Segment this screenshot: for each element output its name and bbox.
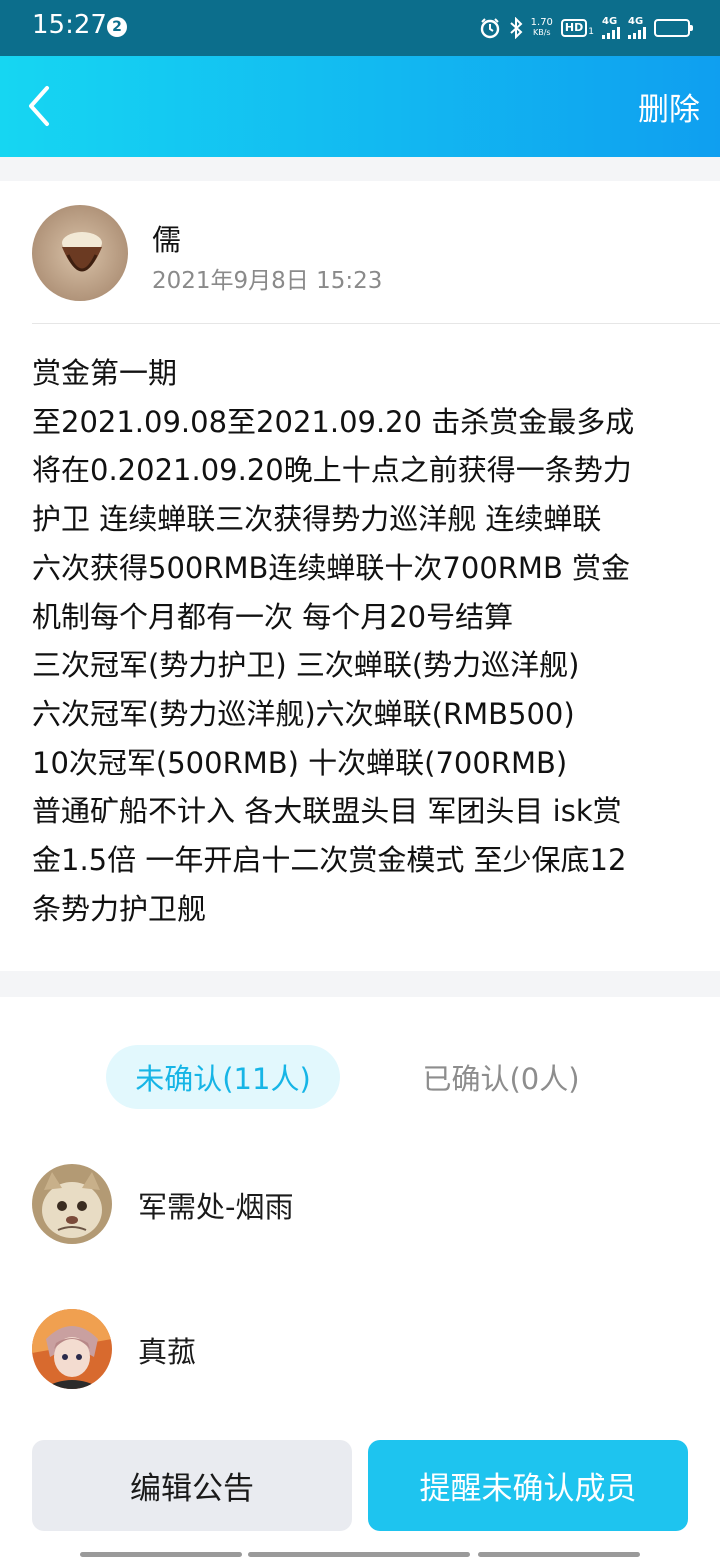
- delete-button[interactable]: 删除: [638, 84, 700, 129]
- content-line: 条势力护卫舰: [32, 891, 207, 926]
- chevron-left-icon: [29, 86, 49, 126]
- signal-icon-2: 4G: [628, 17, 646, 39]
- content-line: 金1.5倍 一年开启十二次赏金模式 至少保底12: [32, 843, 627, 878]
- author-avatar[interactable]: [32, 205, 128, 301]
- alarm-icon: [479, 17, 501, 39]
- member-name: 真菰: [138, 1335, 197, 1369]
- app-header: 删除: [0, 56, 720, 157]
- hd-indicator: HD 1: [560, 19, 594, 37]
- content-line: 护卫 连续蝉联三次获得势力巡洋舰 连续蝉联: [32, 502, 602, 537]
- content-line: 三次冠军(势力护卫) 三次蝉联(势力巡洋舰): [32, 648, 580, 683]
- post-time: 2021年9月8日 15:23: [152, 268, 383, 294]
- content-line: 六次冠军(势力巡洋舰)六次蝉联(RMB500): [32, 696, 575, 731]
- author-name: 儒: [152, 223, 182, 257]
- nav-hint-bar: [478, 1552, 640, 1557]
- announcement-card: 儒 2021年9月8日 15:23 赏金第一期 至2021.09.08至2021…: [0, 181, 720, 971]
- member-name: 军需处-烟雨: [138, 1190, 294, 1224]
- status-icons: 1.70 KB/s HD 1 4G 4G 68: [479, 14, 693, 42]
- content-line: 赏金第一期: [32, 356, 178, 390]
- divider: [32, 323, 720, 324]
- network-speed: 1.70 KB/s: [530, 17, 553, 38]
- content-line: 机制每个月都有一次 每个月20号结算: [32, 599, 514, 634]
- tab-confirmed[interactable]: 已确认(0人): [388, 1045, 614, 1109]
- status-time: 15:27: [32, 10, 107, 40]
- content-line: 六次获得500RMB连续蝉联十次700RMB 赏金: [32, 550, 631, 585]
- remind-unconfirmed-button[interactable]: 提醒未确认成员: [368, 1440, 688, 1531]
- content-line: 普通矿船不计入 各大联盟头目 军团头目 isk赏: [32, 794, 622, 829]
- member-avatar: [32, 1309, 112, 1389]
- content-line: 将在0.2021.09.20晚上十点之前获得一条势力: [32, 453, 632, 488]
- tab-unconfirmed[interactable]: 未确认(11人): [106, 1045, 340, 1109]
- member-item[interactable]: 军需处-烟雨: [32, 1164, 652, 1246]
- member-item[interactable]: 真菰: [32, 1309, 652, 1391]
- content-line: 至2021.09.08至2021.09.20 击杀赏金最多成: [32, 404, 635, 439]
- content-line: 10次冠军(500RMB) 十次蝉联(700RMB): [32, 745, 568, 780]
- member-avatar: [32, 1164, 112, 1244]
- status-bar: 15:27 2 1.70 KB/s HD 1 4G 4G 68: [0, 0, 720, 56]
- notification-badge: 2: [107, 17, 127, 37]
- signal-icon: 4G: [602, 17, 620, 39]
- edit-announcement-button[interactable]: 编辑公告: [32, 1440, 352, 1531]
- nav-hint-bar: [248, 1552, 470, 1557]
- back-button[interactable]: [12, 80, 64, 132]
- bluetooth-icon: [509, 17, 523, 39]
- battery-icon: 68: [654, 19, 693, 37]
- announcement-content: 赏金第一期 至2021.09.08至2021.09.20 击杀赏金最多成 将在0…: [32, 349, 692, 933]
- nav-hint-bar: [80, 1552, 242, 1557]
